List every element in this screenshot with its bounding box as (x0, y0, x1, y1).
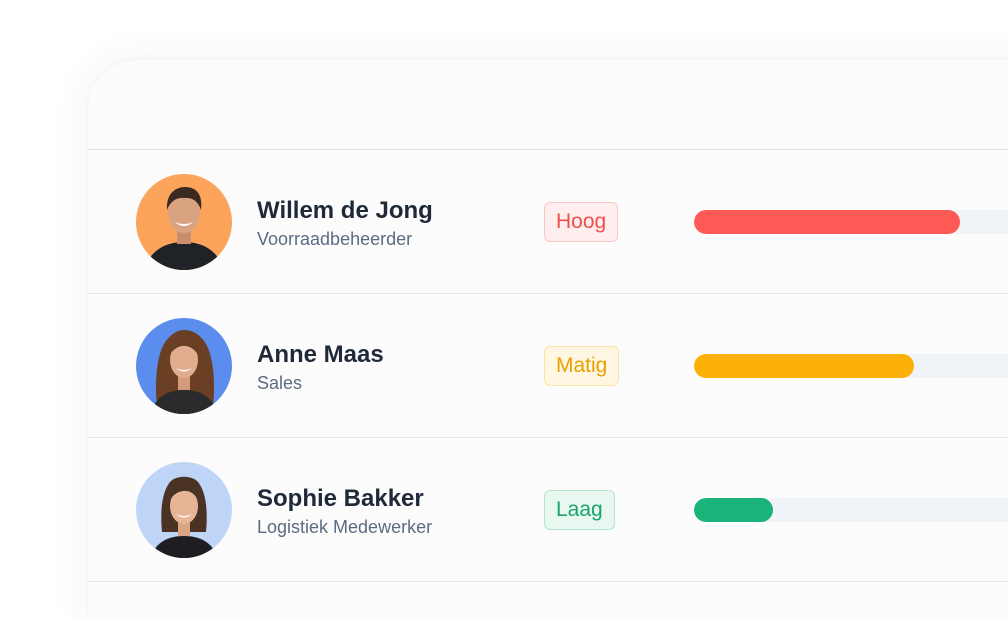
employee-role: Logistiek Medewerker (257, 517, 433, 537)
risk-badge: Laag (544, 490, 615, 530)
risk-bar-fill (694, 210, 961, 234)
avatar (136, 462, 232, 558)
risk-bar (694, 210, 1008, 234)
avatar (136, 174, 232, 270)
avatar-portrait (136, 318, 232, 414)
employee-role: Sales (257, 373, 303, 393)
risk-bar-fill (694, 354, 914, 378)
table-row[interactable]: Anne Maas Sales Matig (88, 294, 1008, 438)
employee-name: Willem de Jong (257, 197, 433, 224)
employee-name: Sophie Bakker (257, 485, 424, 512)
avatar-portrait (136, 174, 232, 270)
avatar-portrait (136, 462, 232, 558)
risk-badge: Matig (544, 346, 620, 386)
risk-bar (694, 498, 1008, 522)
employee-name: Anne Maas (257, 341, 384, 368)
avatar (136, 318, 232, 414)
card-header (88, 60, 1008, 150)
risk-card: Willem de Jong Voorraadbeheerder Hoog An… (88, 60, 1008, 620)
employee-role: Voorraadbeheerder (257, 229, 413, 249)
risk-badge: Hoog (544, 202, 619, 242)
table-row[interactable]: Sophie Bakker Logistiek Medewerker Laag (88, 438, 1008, 582)
risk-bar-fill (694, 498, 774, 522)
risk-bar (694, 354, 1008, 378)
table-row[interactable]: Willem de Jong Voorraadbeheerder Hoog (88, 150, 1008, 294)
